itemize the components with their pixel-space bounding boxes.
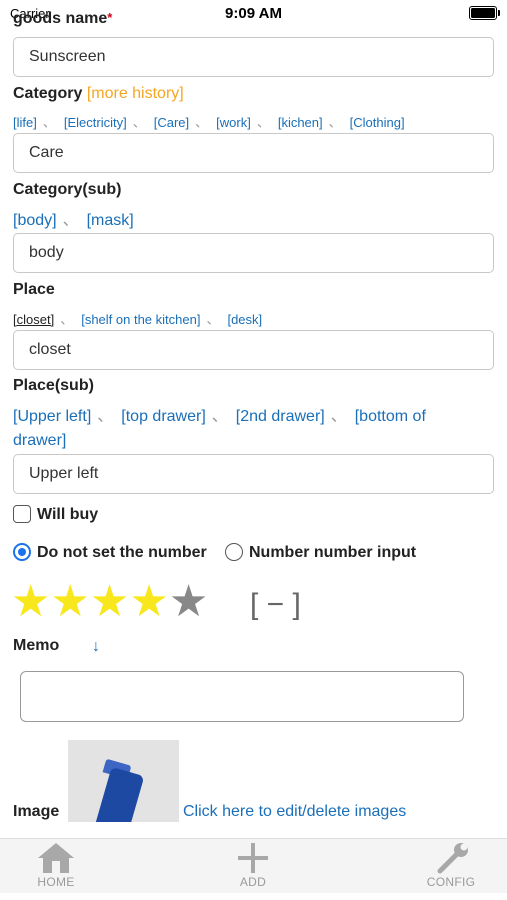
category-label: Category [more history] (13, 85, 184, 103)
tab-add-label: ADD (239, 875, 267, 889)
edit-images-link[interactable]: Click here to edit/delete images (183, 803, 406, 821)
goods-name-label-text: goods name (13, 10, 108, 27)
place-sub-chip-list: [Upper left]、 [top drawer]、 [2nd drawer]、[… (13, 405, 467, 453)
will-buy-checkbox[interactable] (13, 505, 31, 523)
category-chip-clothing[interactable]: [Clothing] (350, 115, 405, 130)
item-photo[interactable] (68, 740, 179, 822)
place-chip-closet[interactable]: [closet] (13, 312, 54, 327)
rating-clear-button[interactable]: [ − ] (250, 588, 301, 622)
category-sub-chip-body[interactable]: [body] (13, 212, 57, 229)
chip-separator: 、 (62, 212, 79, 229)
category-sub-chip-list: [body] 、 [mask] (13, 209, 494, 233)
chip-separator: 、 (97, 408, 114, 425)
battery-icon (469, 6, 500, 20)
place-chip-shelf-kitchen[interactable]: [shelf on the kitchen] (81, 312, 200, 327)
radio-number-input[interactable] (225, 543, 243, 561)
category-chip-list: [life] 、 [Electricity] 、 [Care] 、 [work] 、 [kich… (13, 113, 494, 133)
tab-add[interactable]: ADD (193, 839, 313, 889)
image-label: Image (13, 803, 60, 820)
place-chip-list: [closet] 、 [shelf on the kitchen] 、 [desk] (13, 310, 494, 330)
place-sub-chip-top-drawer[interactable]: [top drawer] (121, 408, 205, 425)
chip-separator: 、 (330, 408, 347, 425)
category-chip-kichen[interactable]: [kichen] (278, 115, 323, 130)
bottle-body (89, 766, 145, 822)
chip-separator: 、 (328, 115, 342, 130)
category-chip-life[interactable]: [life] (13, 115, 37, 130)
category-chip-care[interactable]: [Care] (154, 115, 189, 130)
chip-separator: 、 (206, 312, 220, 327)
category-sub-field[interactable]: body (13, 233, 494, 273)
star-icon[interactable]: ★ (90, 577, 129, 626)
plus-icon (238, 843, 268, 873)
rating-stars: ★★★★★ (11, 580, 208, 624)
more-history-link[interactable]: [more history] (87, 85, 184, 102)
place-sub-label: Place(sub) (13, 377, 94, 394)
category-chip-work[interactable]: [work] (216, 115, 251, 130)
goods-name-label: goods name* (13, 10, 112, 28)
radio-do-not-set-number-label: Do not set the number (37, 544, 207, 561)
tab-bar: HOME ADD CONFIG (0, 838, 507, 893)
chip-separator: 、 (132, 115, 146, 130)
place-sub-chip-2nd-drawer[interactable]: [2nd drawer] (236, 408, 325, 425)
chip-separator: 、 (211, 408, 228, 425)
star-icon[interactable]: ★ (129, 577, 168, 626)
category-label-text: Category (13, 85, 83, 102)
required-marker: * (107, 10, 113, 25)
star-icon[interactable]: ★ (50, 577, 89, 626)
will-buy-label: Will buy (37, 506, 99, 523)
place-label: Place (13, 281, 55, 298)
category-field[interactable]: Care (13, 133, 494, 173)
category-chip-electricity[interactable]: [Electricity] (64, 115, 127, 130)
tab-config-label: CONFIG (426, 875, 476, 889)
category-sub-chip-mask[interactable]: [mask] (87, 212, 134, 229)
chip-separator: 、 (60, 312, 74, 327)
goods-name-field[interactable]: Sunscreen (13, 37, 494, 77)
category-sub-label: Category(sub) (13, 181, 122, 198)
radio-number-input-label: Number number input (249, 544, 417, 561)
tab-config[interactable]: CONFIG (391, 839, 507, 889)
tab-home-label: HOME (37, 875, 75, 889)
place-field[interactable]: closet (13, 330, 494, 370)
radio-do-not-set-number[interactable] (13, 543, 31, 561)
memo-textarea[interactable] (20, 671, 464, 722)
chip-separator: 、 (42, 115, 56, 130)
place-sub-chip-upper-left[interactable]: [Upper left] (13, 408, 91, 425)
home-icon (38, 843, 74, 873)
memo-label: Memo (13, 637, 60, 654)
chip-separator: 、 (195, 115, 209, 130)
place-sub-field[interactable]: Upper left (13, 454, 494, 494)
memo-expand-arrow-icon[interactable]: ↓ (92, 638, 100, 656)
wrench-icon (437, 843, 468, 874)
star-icon[interactable]: ★ (11, 577, 50, 626)
place-chip-desk[interactable]: [desk] (227, 312, 262, 327)
tab-home[interactable]: HOME (0, 839, 116, 889)
chip-separator: 、 (256, 115, 270, 130)
star-icon[interactable]: ★ (169, 577, 208, 626)
